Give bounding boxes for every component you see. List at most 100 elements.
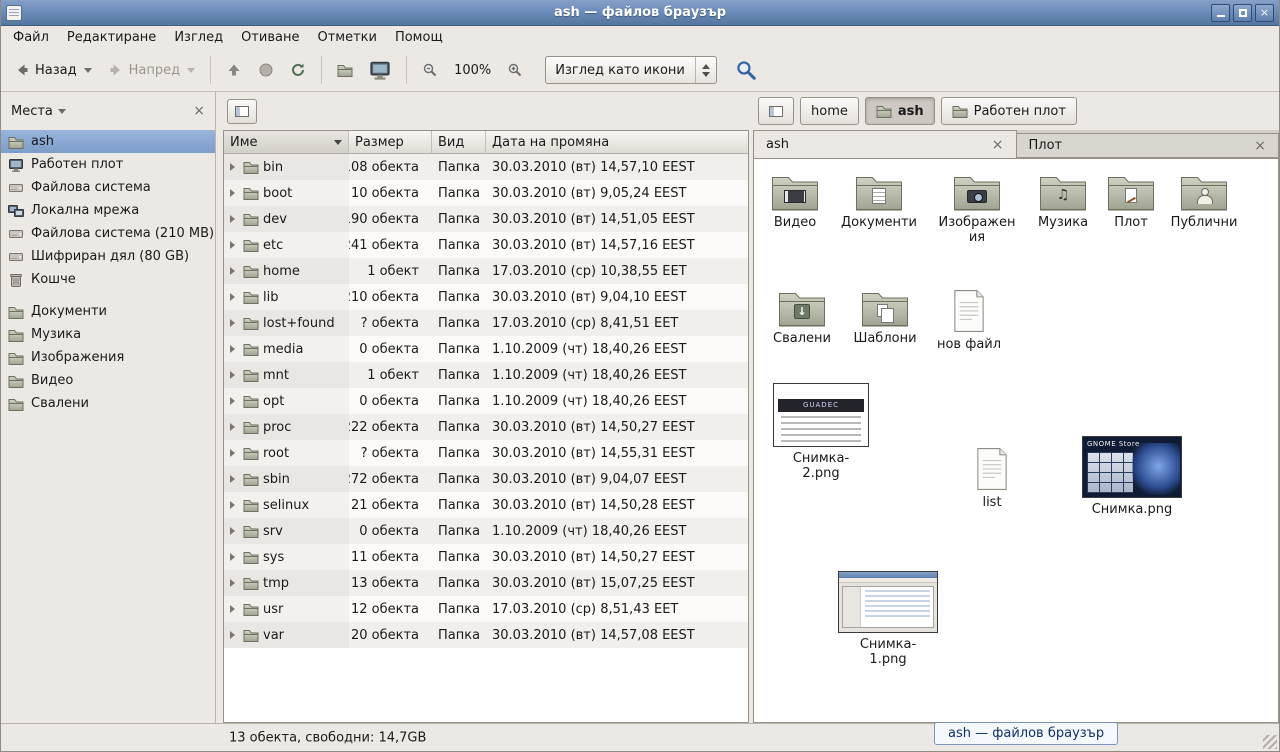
folder-downloads[interactable]: ↓ Свалени <box>754 289 850 346</box>
zoom-out-button[interactable] <box>414 55 446 85</box>
expander-icon[interactable] <box>230 423 235 431</box>
menu-help[interactable]: Помощ <box>386 27 452 48</box>
expander-icon[interactable] <box>230 501 235 509</box>
places-title[interactable]: Места <box>11 104 53 119</box>
sidebar-item-downloads[interactable]: Свалени <box>1 392 215 415</box>
tab-ash[interactable]: ash × <box>753 130 1017 158</box>
table-row[interactable]: root ? обекта Папка 30.03.2010 (вт) 14,5… <box>224 440 748 466</box>
sidebar-item-documents[interactable]: Документи <box>1 300 215 323</box>
file-snimka[interactable]: GNOME Store Снимка.png <box>1084 436 1180 517</box>
expander-icon[interactable] <box>230 293 235 301</box>
breadcrumb-home[interactable]: home <box>800 97 859 125</box>
sidebar-item-local-network[interactable]: Локална мрежа <box>1 199 215 222</box>
expander-icon[interactable] <box>230 371 235 379</box>
menu-bookmarks[interactable]: Отметки <box>308 27 385 48</box>
expander-icon[interactable] <box>230 631 235 639</box>
menu-file[interactable]: Файл <box>4 27 58 48</box>
tab-close-icon[interactable]: × <box>1254 139 1266 153</box>
table-row[interactable]: sys 11 обекта Папка 30.03.2010 (вт) 14,5… <box>224 544 748 570</box>
reload-button[interactable] <box>282 55 314 85</box>
table-row[interactable]: lost+found ? обекта Папка 17.03.2010 (ср… <box>224 310 748 336</box>
sidebar-item-desktop[interactable]: Работен плот <box>1 153 215 176</box>
sidebar-item-video[interactable]: Видео <box>1 369 215 392</box>
expander-icon[interactable] <box>230 579 235 587</box>
table-row[interactable]: usr 12 обекта Папка 17.03.2010 (ср) 8,51… <box>224 596 748 622</box>
sidebar-item-pictures[interactable]: Изображения <box>1 346 215 369</box>
folder-documents[interactable]: Документи <box>831 173 927 230</box>
folder-templates[interactable]: Шаблони <box>837 289 933 346</box>
sidebar-close-icon[interactable]: × <box>193 104 205 118</box>
sidebar-item-filesystem[interactable]: Файлова система <box>1 176 215 199</box>
maximize-button[interactable] <box>1233 4 1252 22</box>
menu-edit[interactable]: Редактиране <box>58 27 165 48</box>
view-mode-select[interactable]: Изглед като икони <box>545 56 717 84</box>
tab-close-icon[interactable]: × <box>992 138 1004 152</box>
sidebar-item-ash[interactable]: ash <box>1 130 215 153</box>
expander-icon[interactable] <box>230 215 235 223</box>
folder-video[interactable]: Видео <box>753 173 843 230</box>
expander-icon[interactable] <box>230 553 235 561</box>
sidebar-item-music[interactable]: Музика <box>1 323 215 346</box>
expander-icon[interactable] <box>230 397 235 405</box>
column-header-date[interactable]: Дата на промяна <box>486 131 748 154</box>
column-header-type[interactable]: Вид <box>432 131 486 154</box>
stop-button[interactable] <box>250 55 282 85</box>
expander-icon[interactable] <box>230 319 235 327</box>
sidebar-item-trash[interactable]: Кошче <box>1 268 215 291</box>
expander-icon[interactable] <box>230 345 235 353</box>
table-row[interactable]: home 1 обект Папка 17.03.2010 (ср) 10,38… <box>224 258 748 284</box>
table-row[interactable]: var 20 обекта Папка 30.03.2010 (вт) 14,5… <box>224 622 748 648</box>
file-snimka-2[interactable]: GUADEC Снимка-2.png <box>773 383 869 481</box>
resize-grip[interactable] <box>1263 735 1277 749</box>
icon-view[interactable]: Видео Документи Изображения ♫ <box>753 158 1279 723</box>
up-button[interactable] <box>218 55 250 85</box>
expander-icon[interactable] <box>230 449 235 457</box>
back-button[interactable]: Назад <box>6 55 100 85</box>
sidebar-item-encrypted-80gb[interactable]: Шифриран дял (80 GB) <box>1 245 215 268</box>
table-row[interactable]: lib 210 обекта Папка 30.03.2010 (вт) 9,0… <box>224 284 748 310</box>
table-row[interactable]: opt 0 обекта Папка 1.10.2009 (чт) 18,40,… <box>224 388 748 414</box>
table-row[interactable]: mnt 1 обект Папка 1.10.2009 (чт) 18,40,2… <box>224 362 748 388</box>
file-list[interactable]: list <box>944 447 1040 510</box>
pane-toggle-button[interactable] <box>227 99 257 124</box>
table-row[interactable]: tmp 13 обекта Папка 30.03.2010 (вт) 15,0… <box>224 570 748 596</box>
close-button[interactable]: × <box>1255 4 1274 22</box>
expander-icon[interactable] <box>230 527 235 535</box>
folder-public[interactable]: Публични <box>1156 173 1252 230</box>
tab-desktop[interactable]: Плот × <box>1017 133 1280 158</box>
sidebar-item-filesystem-210mb[interactable]: Файлова система (210 MB) <box>1 222 215 245</box>
titlebar[interactable]: ash — файлов браузър × <box>1 0 1279 26</box>
file-new-file[interactable]: нов файл <box>921 289 1017 352</box>
menu-view[interactable]: Изглед <box>165 27 232 48</box>
expander-icon[interactable] <box>230 605 235 613</box>
expander-icon[interactable] <box>230 267 235 275</box>
breadcrumb-desktop[interactable]: Работен плот <box>941 97 1077 125</box>
menu-go[interactable]: Отиване <box>232 27 308 48</box>
table-row[interactable]: sbin 272 обекта Папка 30.03.2010 (вт) 9,… <box>224 466 748 492</box>
home-button[interactable] <box>329 55 361 85</box>
expander-icon[interactable] <box>230 163 235 171</box>
file-snimka-1[interactable]: Снимка-1.png <box>840 571 936 667</box>
folder-pictures[interactable]: Изображения <box>929 173 1025 245</box>
table-row[interactable]: media 0 обекта Папка 1.10.2009 (чт) 18,4… <box>224 336 748 362</box>
places-dropdown-chevron-icon[interactable] <box>58 109 66 114</box>
zoom-in-button[interactable] <box>499 55 531 85</box>
search-button[interactable] <box>727 52 765 88</box>
table-row[interactable]: selinux 21 обекта Папка 30.03.2010 (вт) … <box>224 492 748 518</box>
table-row[interactable]: etc 241 обекта Папка 30.03.2010 (вт) 14,… <box>224 232 748 258</box>
forward-button[interactable]: Напред <box>100 55 203 85</box>
breadcrumb-scroll-button[interactable] <box>758 97 794 125</box>
column-header-name[interactable]: Име <box>224 131 349 154</box>
expander-icon[interactable] <box>230 475 235 483</box>
table-row[interactable]: srv 0 обекта Папка 1.10.2009 (чт) 18,40,… <box>224 518 748 544</box>
expander-icon[interactable] <box>230 189 235 197</box>
column-header-size[interactable]: Размер <box>349 131 432 154</box>
expander-icon[interactable] <box>230 241 235 249</box>
minimize-button[interactable] <box>1211 4 1230 22</box>
table-row[interactable]: dev 190 обекта Папка 30.03.2010 (вт) 14,… <box>224 206 748 232</box>
breadcrumb-ash[interactable]: ash <box>865 97 935 125</box>
table-row[interactable]: proc 222 обекта Папка 30.03.2010 (вт) 14… <box>224 414 748 440</box>
table-row[interactable]: boot 10 обекта Папка 30.03.2010 (вт) 9,0… <box>224 180 748 206</box>
computer-button[interactable] <box>361 52 399 88</box>
table-row[interactable]: bin 108 обекта Папка 30.03.2010 (вт) 14,… <box>224 154 748 180</box>
